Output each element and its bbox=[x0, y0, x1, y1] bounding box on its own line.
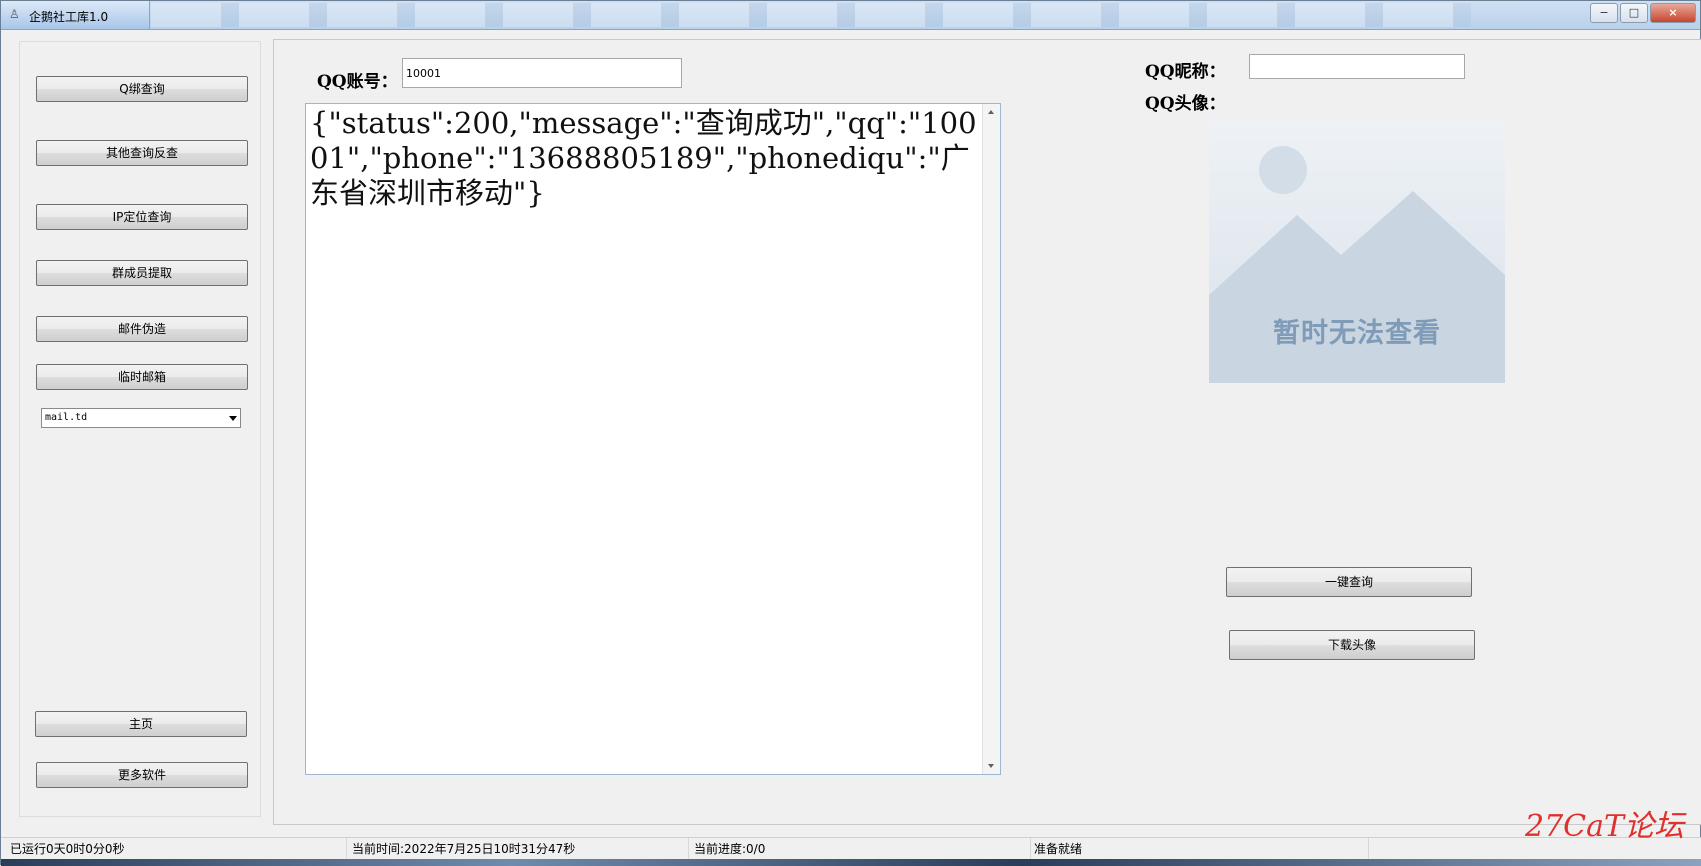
group-members-button[interactable]: 群成员提取 bbox=[36, 260, 248, 286]
qq-account-input[interactable]: 10001 bbox=[402, 58, 682, 88]
status-state: 准备就绪 bbox=[1031, 838, 1369, 860]
minimize-button[interactable]: − bbox=[1590, 3, 1618, 23]
qq-account-label: QQ账号： bbox=[317, 72, 398, 92]
avatar-placeholder-image: 暂时无法查看 bbox=[1209, 119, 1505, 383]
ip-location-button[interactable]: IP定位查询 bbox=[36, 204, 248, 230]
qbind-query-button[interactable]: Q绑查询 bbox=[36, 76, 248, 102]
avatar-unavailable-text: 暂时无法查看 bbox=[1273, 318, 1441, 349]
blurred-taskbar-strip bbox=[151, 3, 1471, 27]
status-bar: 已运行0天0时0分0秒 当前时间:2022年7月25日10时31分47秒 当前进… bbox=[1, 837, 1701, 860]
forum-watermark: 27CaT论坛 bbox=[1525, 809, 1685, 844]
maximize-button[interactable]: □ bbox=[1620, 3, 1648, 23]
window-controls: − □ × bbox=[1590, 3, 1696, 23]
window-title: 企鹅社工库1.0 bbox=[29, 10, 109, 24]
qq-nickname-input[interactable] bbox=[1249, 54, 1465, 79]
result-textarea[interactable]: {"status":200,"message":"查询成功","qq":"100… bbox=[305, 103, 1001, 775]
mail-domain-value: mail.td bbox=[45, 412, 88, 423]
scroll-down-icon[interactable] bbox=[988, 764, 994, 768]
status-runtime: 已运行0天0时0分0秒 bbox=[7, 838, 347, 860]
chevron-down-icon[interactable] bbox=[229, 416, 237, 421]
penguin-app-icon: ♙ bbox=[9, 7, 20, 21]
status-current-time: 当前时间:2022年7月25日10时31分47秒 bbox=[349, 838, 689, 860]
mail-forge-button[interactable]: 邮件伪造 bbox=[36, 316, 248, 342]
result-text: {"status":200,"message":"查询成功","qq":"100… bbox=[310, 106, 977, 210]
mail-domain-select[interactable]: mail.td bbox=[41, 408, 241, 428]
scroll-up-icon[interactable] bbox=[988, 110, 994, 114]
reverse-query-button[interactable]: 其他查询反查 bbox=[36, 140, 248, 166]
close-button[interactable]: × bbox=[1650, 3, 1696, 23]
title-bar[interactable]: ♙ 企鹅社工库1.0 − □ × bbox=[1, 1, 1700, 30]
qq-avatar-label: QQ头像： bbox=[1145, 94, 1226, 114]
qq-nickname-label: QQ昵称： bbox=[1145, 62, 1226, 82]
vertical-scrollbar[interactable] bbox=[982, 104, 1000, 774]
temp-mailbox-button[interactable]: 临时邮箱 bbox=[36, 364, 248, 390]
active-title-tab[interactable]: ♙ 企鹅社工库1.0 bbox=[1, 1, 150, 29]
sidebar-panel: Q绑查询 其他查询反查 IP定位查询 群成员提取 邮件伪造 临时邮箱 mail.… bbox=[19, 41, 261, 817]
more-software-button[interactable]: 更多软件 bbox=[36, 762, 248, 788]
home-button[interactable]: 主页 bbox=[35, 711, 247, 737]
app-window: ♙ 企鹅社工库1.0 − □ × Q绑查询 其他查询反查 IP定位查询 群成员提… bbox=[0, 0, 1701, 866]
one-click-query-button[interactable]: 一键查询 bbox=[1226, 567, 1472, 597]
status-progress: 当前进度:0/0 bbox=[691, 838, 1031, 860]
download-avatar-button[interactable]: 下载头像 bbox=[1229, 630, 1475, 660]
